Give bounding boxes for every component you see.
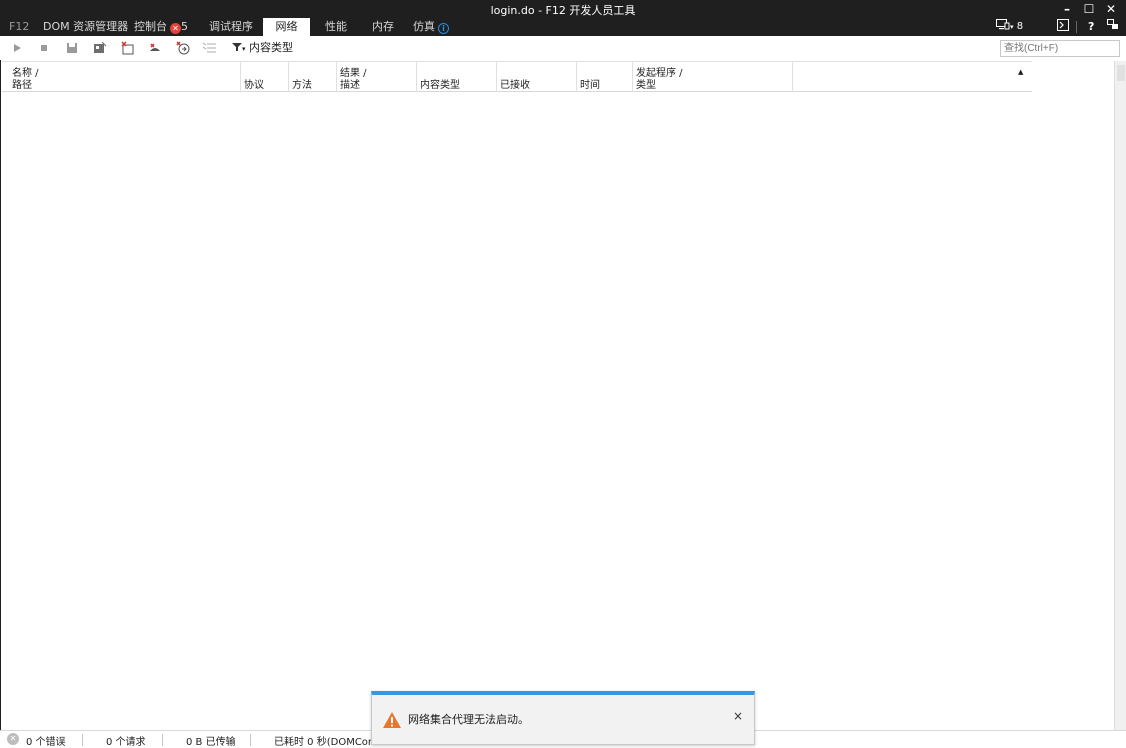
stop-profiling-button[interactable] xyxy=(36,40,52,56)
column-received[interactable]: 已接收 xyxy=(497,62,577,92)
console-toggle-button[interactable] xyxy=(1057,18,1069,36)
tab-debugger[interactable]: 调试程序 xyxy=(209,18,253,36)
column-method-label: 方法 xyxy=(292,80,312,91)
save-icon xyxy=(67,43,77,53)
column-type-label: 类型 xyxy=(636,80,656,91)
scrollbar-thumb[interactable] xyxy=(1117,65,1125,81)
emulation-target-button[interactable]: ▾ 8 xyxy=(996,18,1023,36)
info-icon: i xyxy=(438,23,449,34)
tab-f12: F12 xyxy=(9,20,30,33)
tab-dom-explorer[interactable]: DOM 资源管理器 xyxy=(43,18,128,36)
clear-session-icon xyxy=(94,42,107,53)
start-profiling-button[interactable] xyxy=(9,40,25,56)
notification-bar: 网络集合代理无法启动。 × xyxy=(371,691,755,745)
monitor-icon xyxy=(996,19,1010,30)
request-count-status: 0 个请求 xyxy=(106,737,146,748)
column-received-label: 已接收 xyxy=(500,80,530,91)
clear-cache-button[interactable] xyxy=(147,40,163,56)
window-left-border xyxy=(0,36,1,748)
export-button[interactable] xyxy=(64,40,80,56)
status-divider xyxy=(162,734,163,746)
column-time[interactable]: 时间 xyxy=(577,62,633,92)
tab-emulation[interactable]: 仿真 i xyxy=(413,18,449,36)
tab-console-label: 控制台 xyxy=(134,20,167,33)
clear-cookies-button[interactable] xyxy=(175,40,191,56)
column-protocol-label: 协议 xyxy=(244,80,264,91)
tab-emulation-label: 仿真 xyxy=(413,20,435,33)
error-icon: ✕ xyxy=(170,23,181,34)
filter-icon xyxy=(232,43,242,51)
column-initiator-type[interactable]: 发起程序 / 类型 xyxy=(633,62,793,92)
request-table-header: 名称 / 路径 协议 方法 结果 / 描述 内容类型 已接收 时间 发起程序 /… xyxy=(2,61,1032,92)
tab-performance[interactable]: 性能 xyxy=(325,18,347,36)
column-path-label: 路径 xyxy=(12,80,32,91)
notification-close-button[interactable]: × xyxy=(731,709,745,723)
filter-chevron-down-icon: ▾ xyxy=(242,45,246,53)
column-method[interactable]: 方法 xyxy=(289,62,337,92)
maximize-button[interactable]: ☐ xyxy=(1078,0,1100,18)
elapsed-status: 已耗时 0 秒(DOMConte xyxy=(274,737,385,748)
warning-icon xyxy=(383,712,401,728)
search-input[interactable] xyxy=(1000,40,1120,57)
minimize-button[interactable]: – xyxy=(1056,0,1078,18)
notification-message: 网络集合代理无法启动。 xyxy=(408,713,529,726)
stop-icon xyxy=(41,45,47,51)
error-status-icon: ✕ xyxy=(7,733,19,745)
list-icon xyxy=(203,42,216,53)
sort-up-icon: ▲ xyxy=(1018,68,1024,76)
tool-tab-bar: F12 DOM 资源管理器 控制台 ✕ 5 调试程序 网络 性能 内存 仿真 i ▾ … xyxy=(0,18,1126,36)
tab-console[interactable]: 控制台 ✕ 5 xyxy=(134,18,188,36)
request-list xyxy=(2,92,1114,730)
console-error-count: 5 xyxy=(181,20,188,33)
clear-entries-button[interactable] xyxy=(120,40,136,56)
tab-network[interactable]: 网络 xyxy=(263,18,310,36)
column-content-type[interactable]: 内容类型 xyxy=(417,62,497,92)
emulation-count: 8 xyxy=(1016,21,1024,32)
help-button[interactable]: ? xyxy=(1088,18,1094,36)
console-icon xyxy=(1057,19,1069,31)
column-protocol[interactable]: 协议 xyxy=(241,62,289,92)
transferred-status: 0 B 已传输 xyxy=(186,737,236,748)
column-description-label: 描述 xyxy=(340,80,360,91)
cookie-icon xyxy=(176,41,190,55)
network-toolbar: ▾ 内容类型 xyxy=(0,36,1126,60)
status-divider xyxy=(82,734,83,746)
always-refresh-button[interactable] xyxy=(202,40,218,56)
close-button[interactable]: ✕ xyxy=(1100,0,1122,18)
error-count-status[interactable]: 0 个错误 xyxy=(26,733,66,748)
play-icon xyxy=(14,44,21,52)
filter-label: 内容类型 xyxy=(249,41,294,54)
status-divider xyxy=(250,734,251,746)
title-bar: login.do - F12 开发人员工具 – ☐ ✕ xyxy=(0,0,1126,18)
window-title: login.do - F12 开发人员工具 xyxy=(490,4,636,17)
column-timings[interactable] xyxy=(793,62,1032,92)
column-name-path[interactable]: 名称 / 路径 xyxy=(2,62,241,92)
undock-button[interactable] xyxy=(1107,18,1119,36)
column-content-type-label: 内容类型 xyxy=(420,80,460,91)
undock-icon xyxy=(1107,19,1118,29)
column-result-description[interactable]: 结果 / 描述 xyxy=(337,62,417,92)
column-time-label: 时间 xyxy=(580,80,600,91)
content-type-filter[interactable]: ▾ 内容类型 xyxy=(232,40,293,56)
chevron-down-icon: ▾ xyxy=(1010,23,1014,31)
tab-memory[interactable]: 内存 xyxy=(372,18,394,36)
tabbar-divider xyxy=(1076,21,1077,33)
broom-icon xyxy=(150,43,160,51)
vertical-scrollbar[interactable] xyxy=(1114,61,1126,730)
clear-on-navigate-button[interactable] xyxy=(92,40,108,56)
window-controls: – ☐ ✕ xyxy=(1056,0,1122,18)
clear-icon xyxy=(121,41,134,55)
